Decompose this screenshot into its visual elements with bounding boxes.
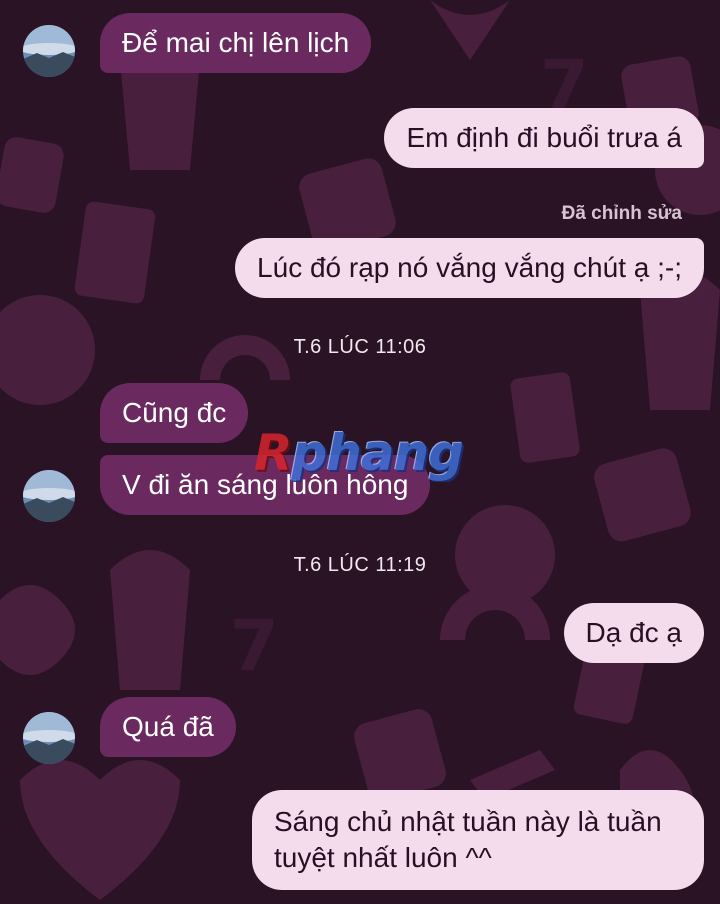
watermark-logo: Rphang [254,424,464,482]
message-bubble-incoming[interactable]: Để mai chị lên lịch [100,13,372,73]
message-bubble-outgoing[interactable]: Lúc đó rạp nó vắng vắng chút ạ ;-; [235,238,704,298]
timestamp-divider: T.6 LÚC 11:19 [293,554,427,576]
timestamp-divider: T.6 LÚC 11:06 [293,336,427,358]
contact-avatar[interactable] [23,25,75,77]
message-bubble-outgoing[interactable]: Dạ đc ạ [563,603,704,663]
edited-label: Đã chỉnh sửa [561,203,682,224]
message-bubble-incoming[interactable]: Cũng đc [100,383,249,443]
message-line: tuyệt nhất luôn ^^ [274,842,492,873]
contact-avatar[interactable] [23,470,75,522]
message-bubble-outgoing[interactable]: Em định đi buổi trưa á [384,108,704,168]
message-bubble-incoming[interactable]: Quá đã [100,697,236,757]
chat-thread: Để mai chị lên lịch Em định đi buổi trưa… [0,0,720,904]
message-line: Sáng chủ nhật tuần này là tuần [274,806,662,837]
contact-avatar[interactable] [23,712,75,764]
message-bubble-outgoing[interactable]: Sáng chủ nhật tuần này là tuần tuyệt nhấ… [252,790,704,890]
